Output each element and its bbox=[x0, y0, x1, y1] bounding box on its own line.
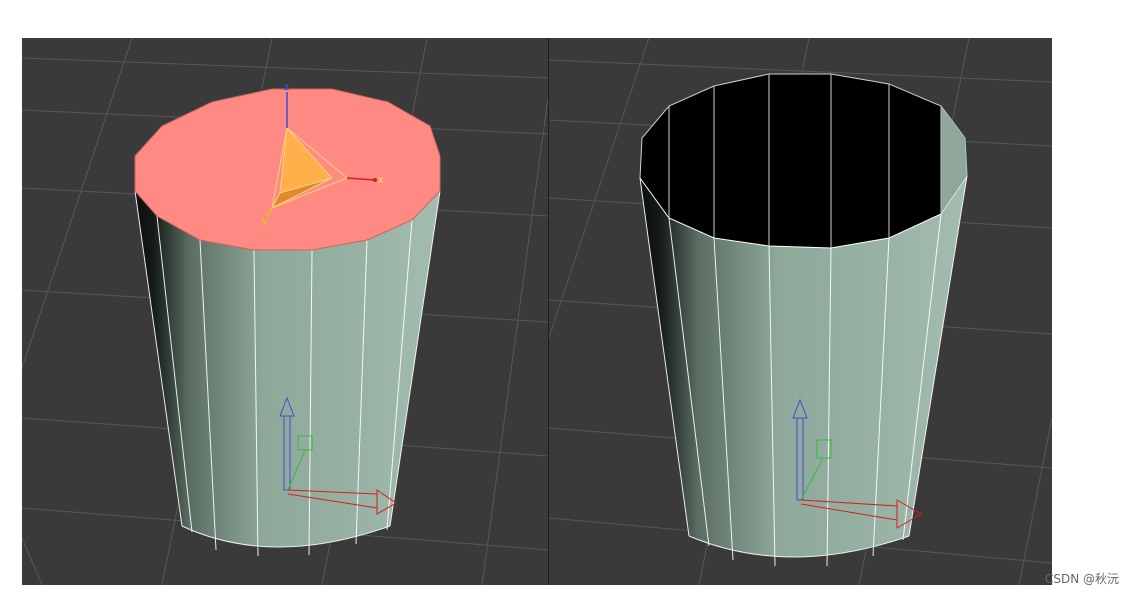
gizmo-y-label: y bbox=[262, 216, 268, 227]
gizmo-z-label: z bbox=[284, 82, 289, 93]
cup-interior bbox=[639, 73, 968, 249]
viewport-left[interactable]: z x y bbox=[22, 38, 548, 585]
scene-right[interactable] bbox=[549, 38, 1052, 585]
viewport-right[interactable] bbox=[549, 38, 1052, 585]
watermark: CSDN @秋沅 bbox=[1044, 572, 1119, 586]
gizmo-x-label: x bbox=[378, 175, 384, 186]
scene-left[interactable]: z x y bbox=[22, 38, 548, 585]
